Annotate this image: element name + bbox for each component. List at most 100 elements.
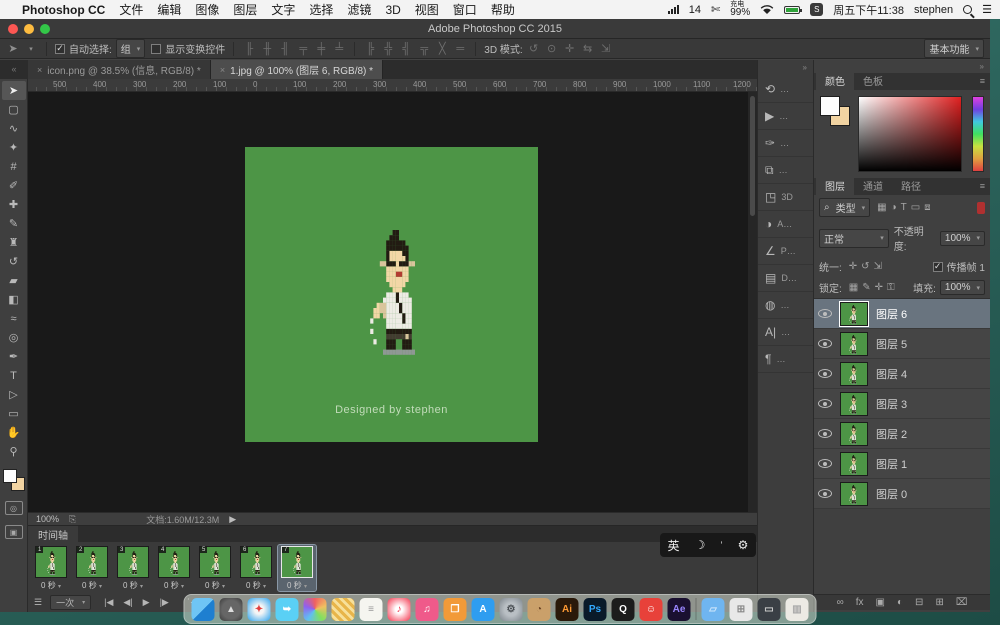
lock-icon[interactable]: ▦ xyxy=(849,282,858,293)
zoom-tool[interactable]: ⚲ xyxy=(2,442,26,461)
distribute-icon[interactable]: ╣ xyxy=(399,43,413,55)
shape-tool[interactable]: ▭ xyxy=(2,404,26,423)
path-select-tool[interactable]: ▷ xyxy=(2,385,26,404)
distribute-icon[interactable]: ╬ xyxy=(381,43,395,55)
menu-item[interactable]: 选择 xyxy=(309,3,333,17)
propagate-checkbox[interactable]: ✓ xyxy=(932,261,943,272)
red-character-app-icon[interactable]: ☺ xyxy=(639,597,663,621)
layer-row[interactable]: 图层 6 xyxy=(814,299,990,329)
wifi-icon[interactable] xyxy=(760,4,774,15)
animation-frame[interactable]: 2 0 秒 ▾ xyxy=(73,545,111,591)
mode3d-icon[interactable]: ⇲ xyxy=(599,42,613,55)
strip-paragraph-icon[interactable]: ¶… xyxy=(758,346,813,373)
auto-select-dropdown[interactable]: 组 ▾ xyxy=(115,39,146,58)
spotlight-icon[interactable] xyxy=(963,5,973,14)
menu-item[interactable]: 文件 xyxy=(119,3,143,17)
layer-visibility-eye-icon[interactable] xyxy=(818,429,832,438)
export-icon[interactable]: ⎘ xyxy=(69,514,76,525)
folder-icon[interactable]: ▱ xyxy=(701,597,725,621)
layer-thumbnail[interactable] xyxy=(840,451,868,476)
qq-icon[interactable]: Q xyxy=(611,597,635,621)
image-canvas[interactable]: Designed by stephen xyxy=(245,147,538,442)
layer-name[interactable]: 图层 6 xyxy=(876,306,907,322)
tab-swatches[interactable]: 色板 xyxy=(854,71,892,90)
timeline-options-icon[interactable]: ☰ xyxy=(34,597,42,608)
align-icon[interactable]: ╪ xyxy=(314,43,328,55)
show-transform-checkbox[interactable]: ✓ xyxy=(151,43,162,54)
history-brush-tool[interactable]: ↺ xyxy=(2,252,26,271)
panel-menu-icon[interactable]: ≡ xyxy=(980,76,985,86)
eraser-tool[interactable]: ▰ xyxy=(2,271,26,290)
clone-stamp-tool[interactable]: ♜ xyxy=(2,233,26,252)
animation-frame[interactable]: 6 0 秒 ▾ xyxy=(237,545,275,591)
menu-item[interactable]: 滤镜 xyxy=(347,3,371,17)
layer-name[interactable]: 图层 4 xyxy=(876,366,907,382)
distribute-icon[interactable]: ╦ xyxy=(417,43,431,55)
foreground-color[interactable] xyxy=(2,469,17,483)
strip-properties-icon[interactable]: ∠ P… xyxy=(758,238,813,265)
unify-icon[interactable]: ✛ xyxy=(849,261,857,272)
align-icon[interactable]: ╫ xyxy=(260,43,274,55)
distribute-icon[interactable]: ╠ xyxy=(363,43,377,55)
align-icon[interactable]: ╧ xyxy=(332,43,346,55)
quick-mask-button[interactable]: ◎ xyxy=(4,501,23,515)
tab-channels[interactable]: 通道 xyxy=(854,176,892,195)
gear-icon[interactable]: ⚙ xyxy=(738,538,749,552)
move-tool[interactable]: ➤ xyxy=(1,81,26,100)
crop-tool[interactable]: # xyxy=(2,157,26,176)
dodge-tool[interactable]: ◎ xyxy=(2,328,26,347)
document-tab[interactable]: × icon.png @ 38.5% (信息, RGB/8) * xyxy=(28,60,211,79)
align-icon[interactable]: ╤ xyxy=(296,43,310,55)
kind-filter-icon[interactable]: ▭ xyxy=(911,202,920,213)
strip-clone-source-icon[interactable]: ⧉… xyxy=(758,157,813,184)
screen-mode-button[interactable]: ▣ xyxy=(4,525,23,539)
books-icon[interactable]: ❐ xyxy=(443,597,467,621)
launchpad-icon[interactable]: ▲ xyxy=(219,597,243,621)
tab-color[interactable]: 颜色 xyxy=(816,71,854,90)
menu-item[interactable]: 图像 xyxy=(195,3,219,17)
zoom-level[interactable]: 100% xyxy=(36,514,59,524)
workspace-switcher[interactable]: 基本功能 ▾ xyxy=(924,39,984,58)
brush-tool[interactable]: ✎ xyxy=(2,214,26,233)
frame-thumbnail[interactable]: 1 xyxy=(35,546,67,578)
menu-item[interactable]: 窗口 xyxy=(453,3,477,17)
transport-button[interactable]: ◀| xyxy=(123,597,132,607)
layer-visibility-eye-icon[interactable] xyxy=(818,309,832,318)
mode3d-icon[interactable]: ↺ xyxy=(527,42,541,55)
canvas-pasteboard[interactable]: Designed by stephen xyxy=(28,92,757,512)
layer-row[interactable]: 图层 5 xyxy=(814,329,990,359)
layer-name[interactable]: 图层 0 xyxy=(876,486,907,502)
strip-libraries-icon[interactable]: ▤ D… xyxy=(758,265,813,292)
foreground-background-swatches[interactable] xyxy=(2,469,25,491)
music-icon[interactable]: ♫ xyxy=(415,597,439,621)
color-field[interactable] xyxy=(858,96,962,172)
animation-frame[interactable]: 5 0 秒 ▾ xyxy=(196,545,234,591)
safari-icon[interactable]: ✦ xyxy=(247,597,271,621)
kind-filter-icon[interactable]: ⧈ xyxy=(924,202,930,213)
textedit-icon[interactable]: ≡ xyxy=(359,597,383,621)
animation-frame[interactable]: 4 0 秒 ▾ xyxy=(155,545,193,591)
filter-toggle[interactable] xyxy=(977,201,985,214)
menu-item[interactable]: 3D xyxy=(385,3,400,17)
downloads-grid-icon[interactable]: ⊞ xyxy=(729,597,753,621)
lasso-tool[interactable]: ∿ xyxy=(2,119,26,138)
eyedropper-tool[interactable]: ✐ xyxy=(2,176,26,195)
frame-delay[interactable]: 0 秒 ▾ xyxy=(205,580,225,591)
frame-delay[interactable]: 0 秒 ▾ xyxy=(164,580,184,591)
kind-filter-icon[interactable]: T xyxy=(901,202,907,213)
input-method-icon[interactable]: S xyxy=(810,3,824,16)
frame-thumbnail[interactable]: 2 xyxy=(76,546,108,578)
layer-name[interactable]: 图层 3 xyxy=(876,396,907,412)
strip-history-icon[interactable]: ⟲… xyxy=(758,76,813,103)
animation-frame[interactable]: 7 0 秒 ▾ xyxy=(277,544,317,592)
tab-paths[interactable]: 路径 xyxy=(892,176,930,195)
move-tool-option-icon[interactable]: ➤ xyxy=(6,42,20,55)
layer-name[interactable]: 图层 5 xyxy=(876,336,907,352)
adjustment-layer-icon[interactable]: ◐ xyxy=(897,597,903,608)
scissors-icon[interactable]: ✄ xyxy=(711,3,720,16)
menu-item[interactable]: 帮助 xyxy=(491,3,515,17)
strip-info-icon[interactable]: ◍… xyxy=(758,292,813,319)
new-group-icon[interactable]: ⊟ xyxy=(915,597,923,608)
marquee-tool[interactable]: ▢ xyxy=(2,100,26,119)
photos-icon[interactable] xyxy=(303,597,327,621)
